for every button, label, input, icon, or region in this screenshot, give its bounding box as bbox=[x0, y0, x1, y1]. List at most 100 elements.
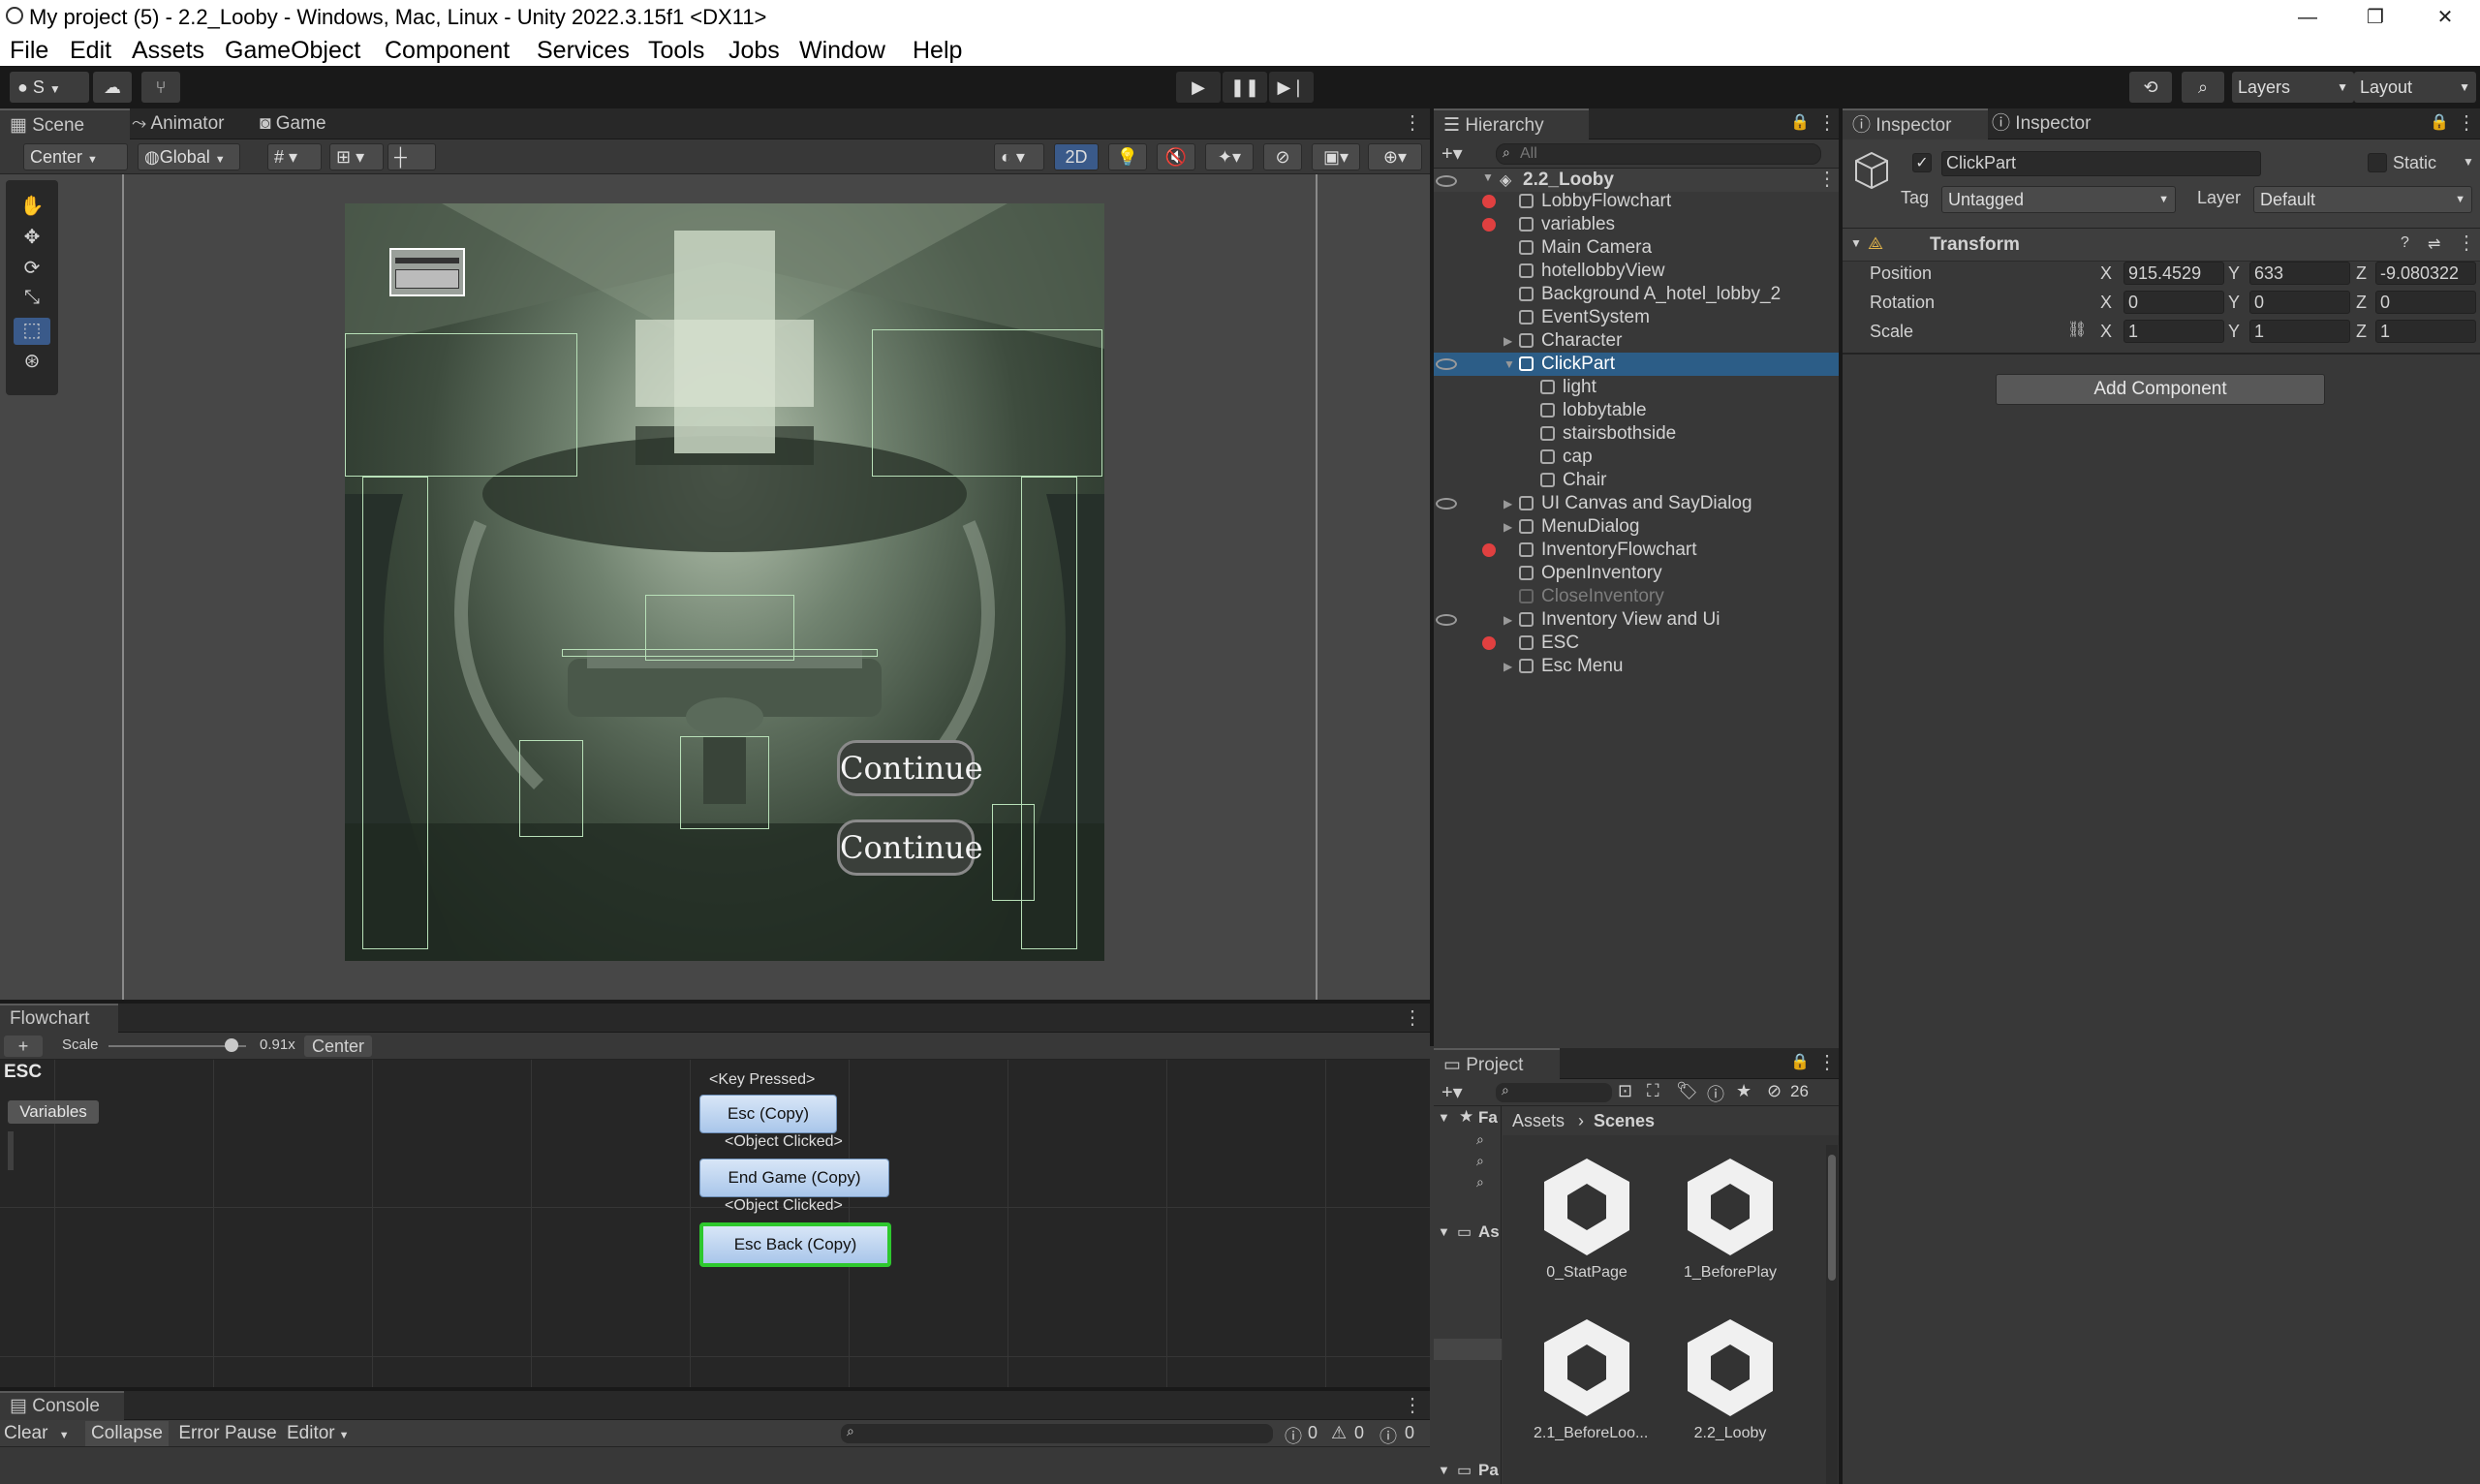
hierarchy-item[interactable]: lobbytable bbox=[1540, 399, 1647, 422]
error-icon[interactable]: ⓘ bbox=[1380, 1423, 1397, 1448]
preset-icon[interactable]: ⇌ bbox=[2428, 234, 2440, 254]
menu-services[interactable]: Services bbox=[537, 37, 630, 65]
search-by-type-icon[interactable]: ⊡ bbox=[1618, 1081, 1632, 1101]
editor-dropdown[interactable]: Editor ▼ bbox=[287, 1421, 356, 1446]
chevron-right-icon[interactable]: ▶ bbox=[1504, 608, 1512, 632]
audio-toggle[interactable]: 🔇 bbox=[1157, 143, 1195, 170]
pause-button[interactable]: ❚❚ bbox=[1223, 72, 1267, 103]
hierarchy-item[interactable]: ESC bbox=[1519, 632, 1579, 655]
tab-scene[interactable]: ▦ Scene bbox=[0, 108, 130, 141]
tab-inspector-2[interactable]: ⓘ Inspector bbox=[1982, 108, 2127, 139]
history-button[interactable]: ⟲ bbox=[2129, 72, 2172, 103]
tab-animator[interactable]: ⤳ Animator bbox=[122, 108, 258, 139]
scale-tool-icon[interactable]: ⤡ bbox=[14, 287, 50, 314]
console-log-area[interactable] bbox=[0, 1447, 1430, 1484]
scrollbar[interactable] bbox=[1826, 1145, 1838, 1484]
minimize-button[interactable]: — bbox=[2278, 2, 2337, 33]
filter-icon[interactable]: ⛶ bbox=[1647, 1081, 1659, 1101]
hierarchy-item[interactable]: ▶ Esc Menu bbox=[1504, 655, 1623, 678]
position-y-field[interactable]: 633 bbox=[2249, 262, 2350, 285]
menu-edit[interactable]: Edit bbox=[70, 37, 111, 65]
tab-hierarchy[interactable]: ☰ Hierarchy bbox=[1434, 108, 1589, 141]
scene-menu-icon[interactable]: ⋮ bbox=[1403, 108, 1422, 138]
scene-asset[interactable]: 1_BeforePlay bbox=[1677, 1155, 1783, 1282]
collapse-toggle[interactable]: Collapse bbox=[85, 1421, 169, 1446]
draw-mode-dropdown[interactable]: ◐ ▾ bbox=[994, 143, 1044, 170]
console-menu-icon[interactable]: ⋮ bbox=[1403, 1391, 1422, 1420]
eye-icon[interactable] bbox=[1436, 358, 1457, 370]
hierarchy-item[interactable]: stairsbothside bbox=[1540, 422, 1676, 446]
chevron-down-icon[interactable]: ▼ bbox=[1438, 1224, 1450, 1239]
add-icon[interactable]: +▾ bbox=[1442, 141, 1463, 166]
project-search-input[interactable]: ⌕ bbox=[1496, 1082, 1612, 1102]
hierarchy-item[interactable]: ▶ Inventory View and Ui bbox=[1504, 608, 1720, 632]
flowchart-block[interactable]: End Game (Copy) bbox=[699, 1159, 889, 1197]
scene-asset[interactable]: 2.1_BeforeLoo... bbox=[1534, 1315, 1648, 1442]
breadcrumb-assets[interactable]: Assets bbox=[1512, 1111, 1565, 1131]
hierarchy-item[interactable]: LobbyFlowchart bbox=[1519, 190, 1671, 213]
lock-icon[interactable]: 🔒 bbox=[2430, 112, 2449, 132]
eye-icon[interactable] bbox=[1436, 175, 1457, 187]
inventory-icon[interactable] bbox=[389, 248, 465, 296]
maximize-button[interactable]: ❐ bbox=[2346, 2, 2404, 33]
scale-x-field[interactable]: 1 bbox=[2124, 320, 2224, 343]
warning-icon[interactable]: ⚠ bbox=[1331, 1423, 1347, 1443]
scale-z-field[interactable]: 1 bbox=[2375, 320, 2476, 343]
layers-dropdown[interactable]: Layers ▼ bbox=[2232, 72, 2354, 103]
close-button[interactable]: ✕ bbox=[2416, 2, 2474, 33]
project-menu-icon[interactable]: ⋮ bbox=[1817, 1048, 1837, 1077]
clear-button[interactable]: Clear ▼ bbox=[4, 1421, 78, 1446]
scrollbar-thumb[interactable] bbox=[1828, 1155, 1836, 1281]
hierarchy-menu-icon[interactable]: ⋮ bbox=[1817, 108, 1837, 138]
menu-gameobject[interactable]: GameObject bbox=[225, 37, 360, 65]
static-checkbox[interactable] bbox=[2368, 153, 2387, 172]
layer-dropdown[interactable]: Default ▼ bbox=[2253, 186, 2472, 213]
menu-help[interactable]: Help bbox=[913, 37, 962, 65]
scene-asset[interactable]: 2.2_Looby bbox=[1677, 1315, 1783, 1442]
continue-button[interactable]: Continue bbox=[837, 819, 983, 876]
hierarchy-item[interactable]: hotellobbyView bbox=[1519, 260, 1664, 283]
constrain-proportions-icon[interactable]: ⛓ bbox=[2067, 320, 2087, 339]
scene-menu-icon[interactable]: ⋮ bbox=[1817, 165, 1837, 194]
component-menu-icon[interactable]: ⋮ bbox=[2457, 229, 2476, 258]
hierarchy-item-inactive[interactable]: CloseInventory bbox=[1519, 585, 1664, 608]
object-name-input[interactable]: ClickPart bbox=[1941, 151, 2261, 176]
account-dropdown[interactable]: ● S ▼ bbox=[10, 72, 89, 103]
active-checkbox[interactable]: ✓ bbox=[1912, 153, 1932, 172]
flowchart-block-selected[interactable]: Esc Back (Copy) bbox=[699, 1222, 891, 1267]
camera-dropdown[interactable]: ▣▾ bbox=[1312, 143, 1360, 170]
cloud-button[interactable]: ☁ bbox=[93, 72, 132, 103]
lock-icon[interactable]: 🔒 bbox=[1790, 112, 1810, 132]
play-button[interactable]: ▶ bbox=[1176, 72, 1221, 103]
search-button[interactable]: ⌕ bbox=[2182, 72, 2224, 103]
scale-y-field[interactable]: 1 bbox=[2249, 320, 2350, 343]
rotation-z-field[interactable]: 0 bbox=[2375, 291, 2476, 314]
tab-console[interactable]: ▤ Console bbox=[0, 1391, 124, 1422]
log-icon[interactable]: ⓘ bbox=[1285, 1423, 1302, 1448]
hierarchy-item[interactable]: Main Camera bbox=[1519, 236, 1652, 260]
hierarchy-item[interactable]: light bbox=[1540, 376, 1596, 399]
hierarchy-item[interactable]: ▶ UI Canvas and SayDialog bbox=[1504, 492, 1752, 515]
pivot-dropdown[interactable]: Center ▼ bbox=[23, 143, 128, 170]
toggle-2d-button[interactable]: 2D bbox=[1054, 143, 1099, 170]
hierarchy-item[interactable]: cap bbox=[1540, 446, 1593, 469]
tab-game[interactable]: ◙ Game bbox=[250, 108, 366, 139]
transform-tool-icon[interactable]: ⊛ bbox=[14, 349, 50, 376]
selected-folder-row[interactable] bbox=[1434, 1339, 1502, 1360]
hidden-packages-icon[interactable]: ⊘ bbox=[1767, 1081, 1782, 1101]
label-icon[interactable]: 🏷 bbox=[1676, 1081, 1698, 1101]
visibility-toggle[interactable]: ⊘ bbox=[1263, 143, 1302, 170]
rect-tool-icon[interactable]: ⬚ bbox=[14, 318, 50, 345]
breadcrumb-scenes[interactable]: Scenes bbox=[1594, 1111, 1655, 1131]
hierarchy-item[interactable]: ▶ MenuDialog bbox=[1504, 515, 1639, 539]
error-pause-toggle[interactable]: Error Pause bbox=[174, 1421, 281, 1446]
console-search-input[interactable]: ⌕ bbox=[841, 1423, 1273, 1443]
favorite-icon[interactable]: ★ bbox=[1736, 1081, 1752, 1101]
step-button[interactable]: ▶❘ bbox=[1269, 72, 1314, 103]
eye-slash-icon[interactable] bbox=[1436, 498, 1457, 510]
hierarchy-item[interactable]: Chair bbox=[1540, 469, 1606, 492]
add-icon[interactable]: +▾ bbox=[1442, 1080, 1463, 1104]
rotation-x-field[interactable]: 0 bbox=[2124, 291, 2224, 314]
flowchart-block[interactable]: Esc (Copy) bbox=[699, 1095, 837, 1133]
hierarchy-item[interactable]: variables bbox=[1519, 213, 1615, 236]
